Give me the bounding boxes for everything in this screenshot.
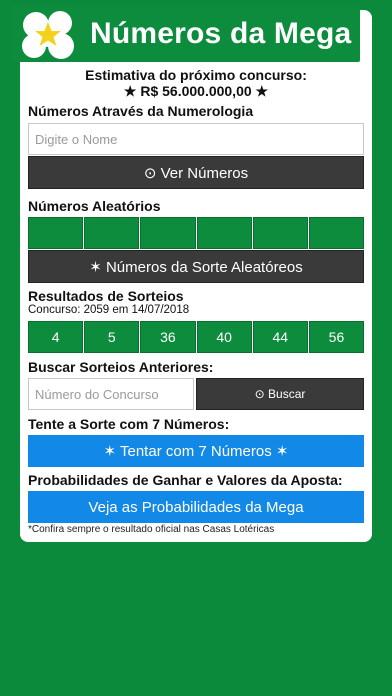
seven-numbers-label: Tente a Sorte com 7 Números: xyxy=(28,416,230,432)
random-number-cell xyxy=(84,217,140,249)
estimate-label: Estimativa do próximo concurso: xyxy=(85,67,307,83)
random-number-cell xyxy=(252,217,308,249)
contest-info: Concurso: 2059 em 14/07/2018 xyxy=(28,304,190,316)
random-number-cell xyxy=(28,217,84,249)
clover-star-logo-icon xyxy=(22,11,74,59)
app-title: Números da Mega xyxy=(90,17,352,50)
result-number: 4 xyxy=(28,321,84,353)
probabilities-button[interactable]: Veja as Probabilidades da Mega xyxy=(28,491,364,523)
footnote: *Confira sempre o resultado oficial nas … xyxy=(28,524,275,535)
result-number: 36 xyxy=(140,321,196,353)
search-button[interactable]: ⊙ Buscar xyxy=(196,378,364,410)
results-numbers-row: 4 5 36 40 44 56 xyxy=(28,321,365,353)
random-lucky-numbers-button[interactable]: ✶ Números da Sorte Aleatóreos xyxy=(28,250,364,283)
random-numbers-row xyxy=(28,217,365,249)
name-input-placeholder: Digite o Nome xyxy=(35,131,118,147)
header-banner: Números da Mega xyxy=(12,6,360,62)
contest-number-placeholder: Número do Concurso xyxy=(35,386,159,402)
probabilities-label: Probabilidades de Ganhar e Valores da Ap… xyxy=(28,472,343,488)
random-numbers-label: Números Aleatórios xyxy=(28,198,161,214)
result-number: 44 xyxy=(252,321,308,353)
result-number: 56 xyxy=(308,321,365,353)
random-number-cell xyxy=(308,217,365,249)
try-seven-numbers-button[interactable]: ✶ Tentar com 7 Números ✶ xyxy=(28,435,364,467)
random-number-cell xyxy=(140,217,196,249)
numerology-label: Números Através da Numerologia xyxy=(28,103,254,119)
results-label: Resultados de Sorteios xyxy=(28,288,184,304)
name-input[interactable]: Digite o Nome xyxy=(28,123,364,155)
search-label: Buscar Sorteios Anteriores: xyxy=(28,359,214,375)
view-numbers-button[interactable]: ⊙ Ver Números xyxy=(28,156,364,189)
random-number-cell xyxy=(196,217,252,249)
result-number: 40 xyxy=(196,321,252,353)
contest-number-input[interactable]: Número do Concurso xyxy=(28,378,194,410)
estimate-value: ★ R$ 56.000.000,00 ★ xyxy=(123,83,269,99)
result-number: 5 xyxy=(84,321,140,353)
